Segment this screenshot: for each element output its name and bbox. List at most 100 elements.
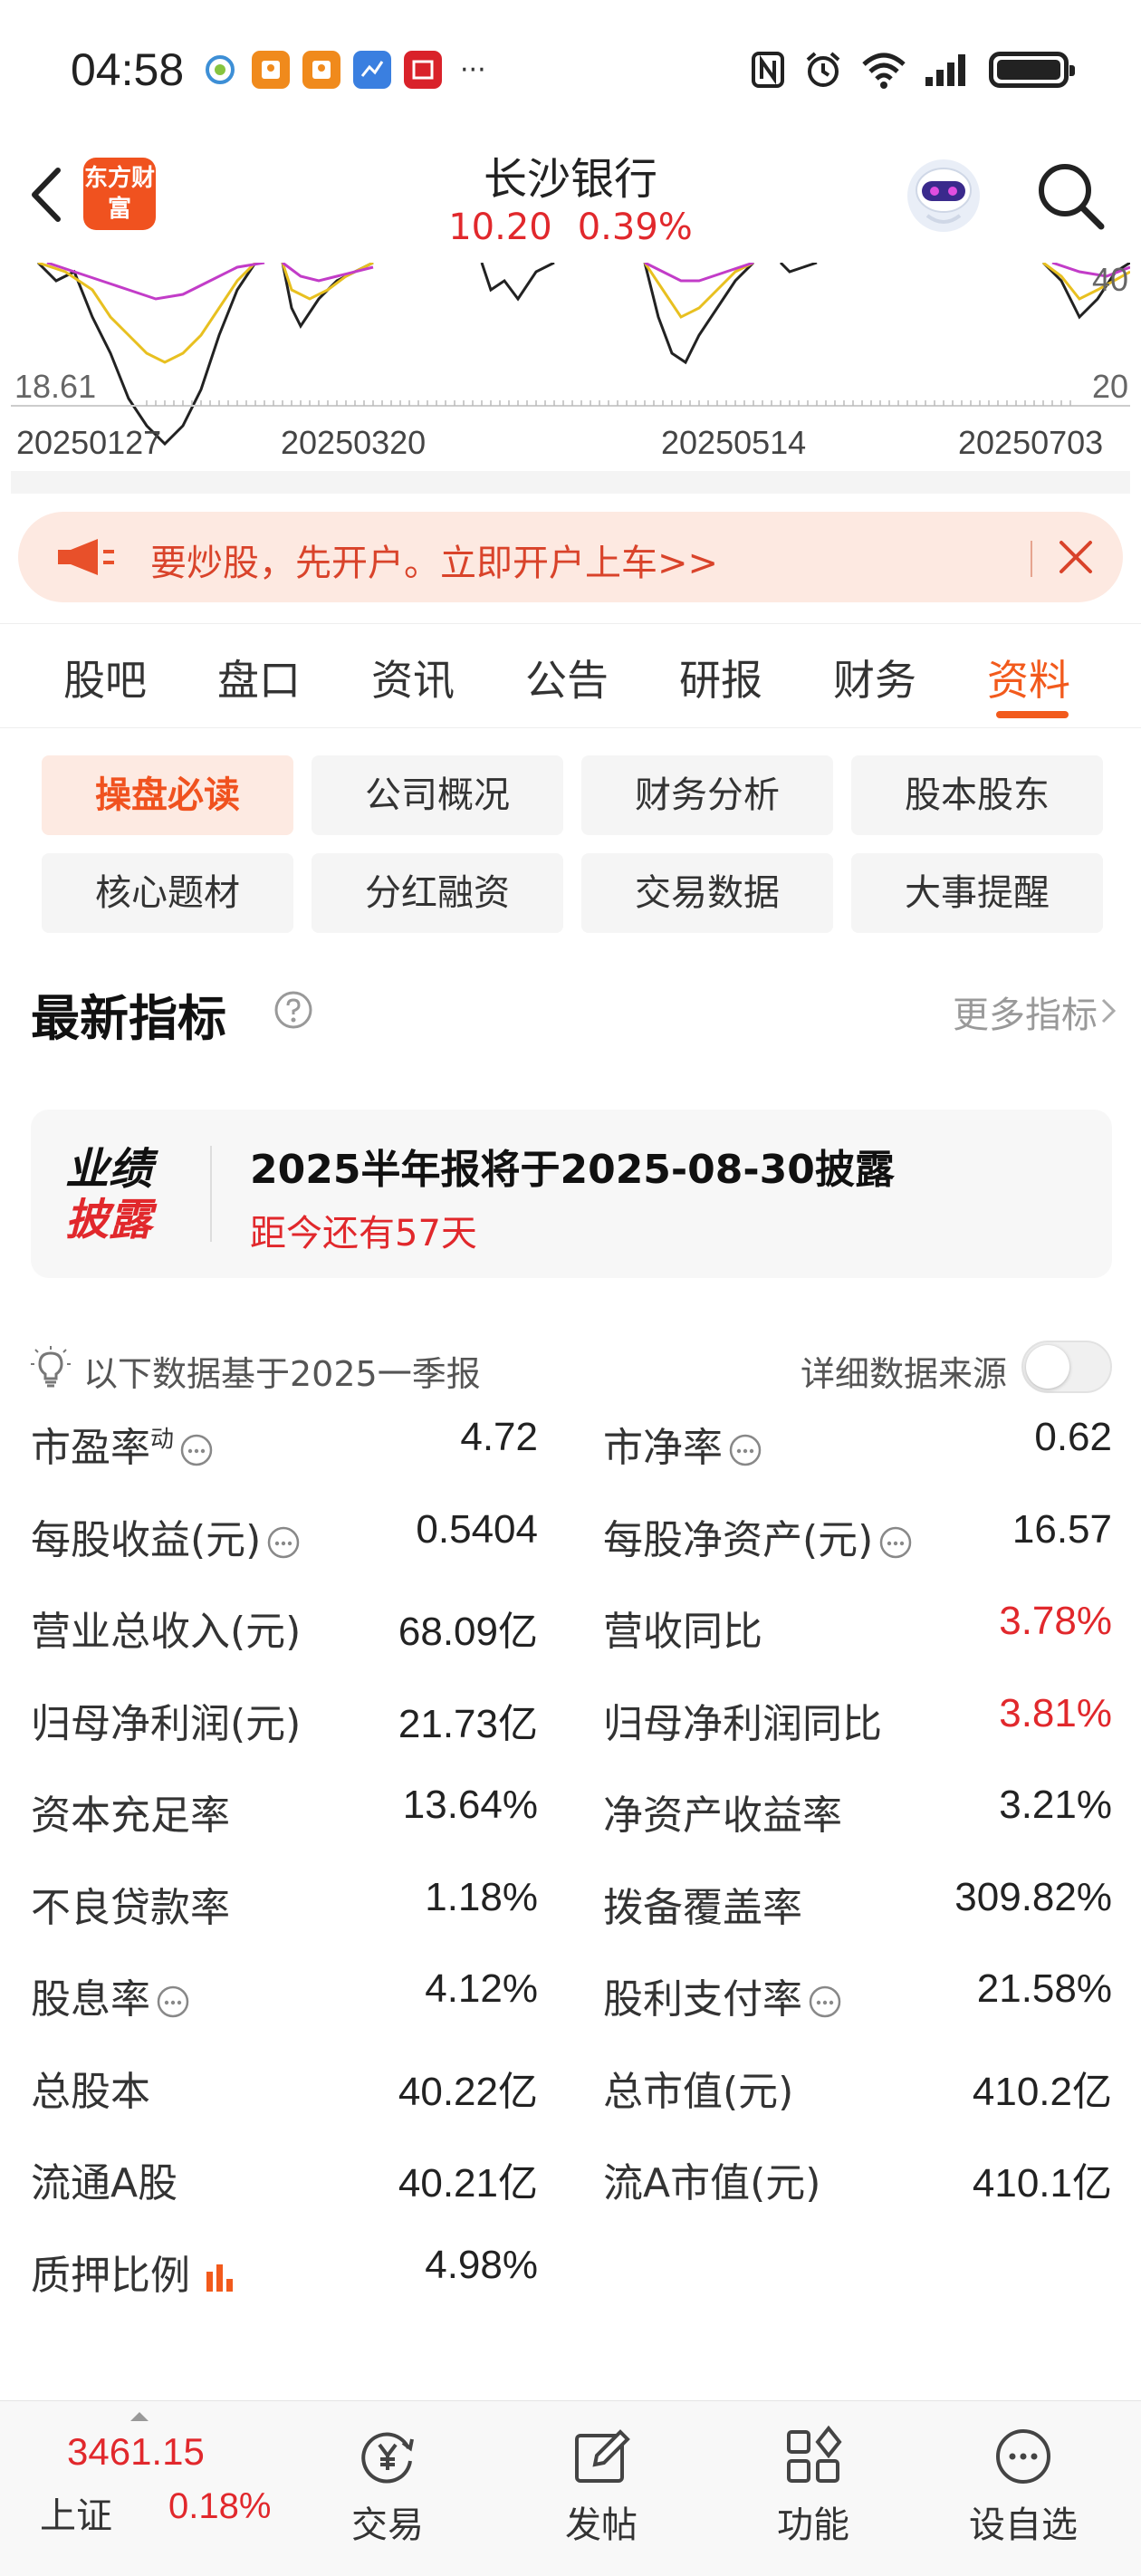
metric-item[interactable]: 市净率 0.62	[603, 1415, 1112, 1471]
chart-date-2: 20250320	[281, 424, 427, 461]
earnings-disclosure-card[interactable]: 业绩 披露 2025半年报将于2025-08-30披露 距今还有57天	[31, 1110, 1112, 1278]
close-icon[interactable]	[1054, 535, 1098, 579]
more-circle-icon	[996, 2429, 1050, 2484]
metric-item[interactable]: 质押比例 4.98%	[31, 2242, 538, 2299]
nfc-icon	[752, 52, 784, 88]
active-tab-indicator	[996, 711, 1069, 718]
status-indicators	[750, 49, 1075, 91]
nav-functions[interactable]: 功能	[741, 2425, 886, 2548]
tab-announcements[interactable]: 公告	[525, 648, 609, 707]
metric-item[interactable]: 股息率 4.12%	[31, 1966, 538, 2023]
metric-value: 1.18%	[425, 1874, 538, 1919]
metric-value: 4.72	[460, 1415, 538, 1459]
metric-item: 总股本 40.22亿	[31, 2059, 538, 2115]
disclosure-title: 2025半年报将于2025-08-30披露	[250, 1147, 895, 1193]
metric-value: 3.21%	[999, 1783, 1112, 1827]
metric-label-text: 股息率	[31, 1976, 150, 2023]
index-change[interactable]: 0.18%	[168, 2486, 271, 2527]
data-basis-text: 以下数据基于2025一季报	[83, 1354, 481, 1394]
chart-right-top-label: 40	[1091, 263, 1128, 298]
metric-value: 3.78%	[999, 1599, 1112, 1643]
stock-price: 10.20	[448, 207, 552, 248]
metric-label: 归母净利润(元)	[31, 1691, 301, 1749]
metric-label-text: 营收同比	[603, 1609, 762, 1655]
metric-label: 不良贷款率	[31, 1875, 230, 1933]
info-dots-icon[interactable]	[728, 1433, 762, 1467]
disclosure-badge: 业绩 披露	[65, 1144, 174, 1245]
subtab-financial-analysis[interactable]: 财务分析	[581, 755, 833, 835]
yuan-cycle-icon	[361, 2432, 414, 2484]
caret-up-icon	[130, 2412, 149, 2421]
search-icon[interactable]	[1034, 159, 1107, 232]
index-value[interactable]: 3461.15	[67, 2430, 205, 2474]
tab-bar: 股吧 盘口 资讯 公告 研报 财务 资料	[0, 623, 1141, 728]
alarm-icon	[806, 52, 840, 87]
metric-label: 总市值(元)	[603, 2059, 793, 2117]
metric-value: 40.22亿	[398, 2069, 538, 2114]
subtab-company-overview[interactable]: 公司概况	[312, 755, 563, 835]
subtab-core-themes[interactable]: 核心题材	[42, 853, 293, 933]
subtab-dividends-financing[interactable]: 分红融资	[312, 853, 563, 933]
metric-item[interactable]: 每股净资产(元) 16.57	[603, 1507, 1112, 1565]
index-name[interactable]: 上证	[40, 2486, 112, 2539]
tab-pankou[interactable]: 盘口	[217, 648, 301, 707]
edit-icon	[575, 2429, 630, 2483]
nav-trade[interactable]: 交易	[315, 2425, 460, 2548]
chart-date-1: 20250127	[16, 424, 162, 461]
tab-profile[interactable]: 资料	[987, 648, 1070, 707]
price-chart[interactable]: 18.61 40 20 20250127 20250320 20250514 2…	[11, 263, 1130, 494]
info-dots-icon[interactable]	[179, 1433, 214, 1467]
metric-label: 每股收益(元)	[31, 1507, 301, 1565]
chevron-right-icon[interactable]	[1099, 996, 1117, 1025]
metric-label: 股利支付率	[603, 1966, 842, 2024]
metric-label: 归母净利润同比	[603, 1691, 882, 1749]
subtab-trading-data[interactable]: 交易数据	[581, 853, 833, 933]
card-divider	[210, 1146, 212, 1242]
subtab-shareholders[interactable]: 股本股东	[851, 755, 1103, 835]
info-dots-icon[interactable]	[808, 1985, 842, 2019]
open-account-banner[interactable]: 要炒股，先开户。立即开户上车>>	[18, 512, 1123, 602]
help-icon[interactable]	[273, 990, 313, 1030]
metric-label-sup: 动	[150, 1426, 175, 1454]
metric-label-text: 质押比例	[31, 2252, 190, 2299]
tab-guba[interactable]: 股吧	[63, 648, 147, 707]
metric-value: 0.5404	[416, 1506, 538, 1552]
info-dots-icon[interactable]	[266, 1525, 301, 1560]
metric-item[interactable]: 市盈率动 4.72	[31, 1415, 538, 1471]
metric-label: 质押比例	[31, 2243, 237, 2301]
metric-item: 流A市值(元) 410.1亿	[603, 2150, 1112, 2206]
info-dots-icon[interactable]	[878, 1525, 913, 1560]
metric-label-text: 市净率	[603, 1425, 723, 1471]
status-bar: 04:58 ···	[0, 0, 1141, 136]
metric-value: 21.73亿	[398, 1701, 538, 1746]
metric-label: 市盈率动	[31, 1415, 214, 1473]
nav-post-label: 发帖	[565, 2504, 638, 2546]
badge-line-1: 业绩	[65, 1144, 153, 1195]
bar-chart-icon[interactable]	[203, 2261, 237, 2295]
metric-value: 4.98%	[425, 2242, 538, 2287]
metric-label-text: 不良贷款率	[31, 1884, 230, 1931]
ai-robot-icon[interactable]	[900, 150, 987, 237]
subtab-trading-essentials[interactable]: 操盘必读	[42, 755, 293, 835]
metric-value: 21.58%	[976, 1966, 1112, 2011]
data-source-toggle[interactable]	[1021, 1341, 1112, 1393]
metric-label: 资本充足率	[31, 1783, 230, 1841]
metric-item[interactable]: 每股收益(元) 0.5404	[31, 1506, 538, 1565]
nav-post[interactable]: 发帖	[529, 2425, 674, 2548]
tab-news[interactable]: 资讯	[371, 648, 455, 707]
app-icon	[353, 51, 391, 89]
metric-item: 拨备覆盖率 309.82%	[603, 1875, 1112, 1931]
metric-item: 营业总收入(元) 68.09亿	[31, 1599, 538, 1655]
metric-label-text: 流通A股	[31, 2160, 178, 2206]
nav-add-watchlist[interactable]: 设自选	[951, 2425, 1096, 2548]
banner-divider	[1031, 541, 1032, 577]
metric-value: 0.62	[1034, 1415, 1112, 1459]
more-indicators-link[interactable]: 更多指标	[953, 985, 1098, 1038]
info-dots-icon[interactable]	[156, 1985, 190, 2019]
subtab-events[interactable]: 大事提醒	[851, 853, 1103, 933]
top-header: 东方财富 长沙银行 10.20 0.39%	[0, 136, 1141, 263]
metric-label: 每股净资产(元)	[603, 1507, 913, 1565]
tab-finance[interactable]: 财务	[833, 648, 916, 707]
tab-research[interactable]: 研报	[679, 648, 762, 707]
metric-item[interactable]: 股利支付率 21.58%	[603, 1966, 1112, 2024]
